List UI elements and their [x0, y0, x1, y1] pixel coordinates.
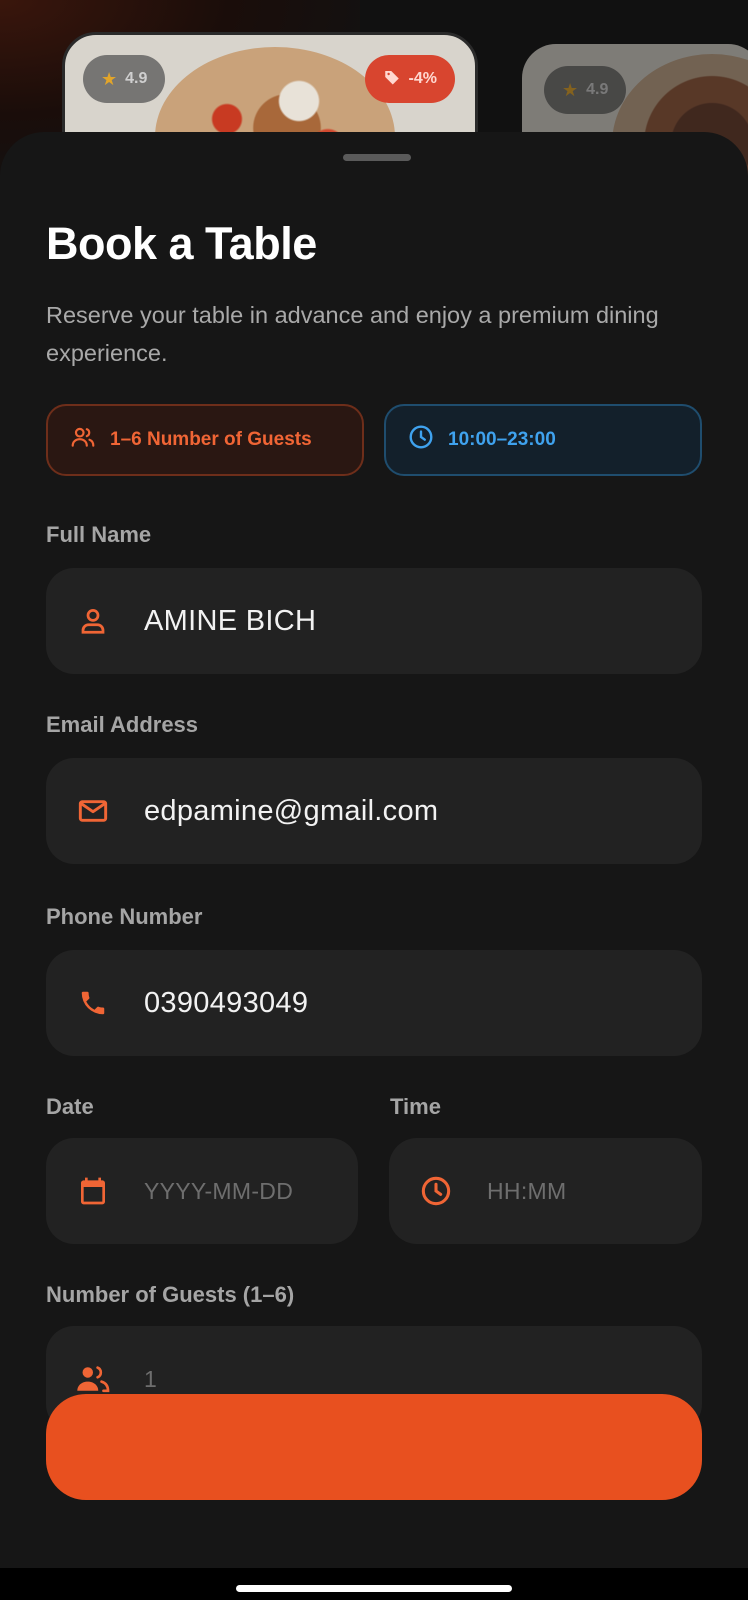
discount-value: -4%	[408, 70, 437, 87]
full-name-field[interactable]: AMINE BICH	[46, 568, 702, 674]
tag-icon	[383, 68, 401, 91]
email-field[interactable]: edpamine@gmail.com	[46, 758, 702, 864]
phone-value: 0390493049	[144, 986, 309, 1019]
phone-icon	[76, 986, 110, 1020]
mail-icon	[76, 794, 110, 828]
rating-value: 4.9	[125, 70, 148, 87]
people-icon	[70, 424, 96, 456]
calendar-icon	[76, 1174, 110, 1208]
drag-handle[interactable]	[343, 154, 411, 161]
sheet-title: Book a Table	[46, 218, 317, 269]
date-field[interactable]: YYYY-MM-DD	[46, 1138, 358, 1244]
guests-info-chip: 1–6 Number of Guests	[46, 404, 364, 476]
star-icon: ★	[101, 68, 118, 89]
guests-placeholder: 1	[144, 1365, 158, 1392]
system-nav-bar	[0, 1568, 748, 1600]
time-field[interactable]: HH:MM	[389, 1138, 702, 1244]
rating-value: 4.9	[586, 81, 609, 98]
star-icon: ★	[562, 79, 579, 100]
home-indicator[interactable]	[236, 1585, 512, 1592]
rating-badge: ★ 4.9	[544, 66, 627, 114]
people-icon	[76, 1362, 110, 1396]
time-placeholder: HH:MM	[487, 1177, 567, 1204]
email-label: Email Address	[46, 712, 199, 737]
sheet-subtitle: Reserve your table in advance and enjoy …	[46, 302, 659, 366]
book-table-button[interactable]	[46, 1394, 702, 1500]
phone-label: Phone Number	[46, 904, 203, 929]
discount-badge: -4%	[364, 55, 455, 103]
hours-info-chip: 10:00–23:00	[384, 404, 702, 476]
booking-screen: ★ 4.9 -4% ★ 4.9 Book a Table Reserve you…	[0, 0, 748, 1600]
time-label: Time	[390, 1094, 441, 1119]
hours-info-text: 10:00–23:00	[448, 429, 556, 450]
guests-info-text: 1–6 Number of Guests	[110, 429, 312, 450]
rating-badge: ★ 4.9	[83, 55, 166, 103]
guests-label: Number of Guests (1–6)	[46, 1282, 295, 1307]
date-placeholder: YYYY-MM-DD	[144, 1177, 294, 1204]
booking-sheet: Book a Table Reserve your table in advan…	[0, 132, 748, 1568]
date-label: Date	[46, 1094, 94, 1119]
full-name-label: Full Name	[46, 522, 152, 547]
clock-icon	[419, 1174, 453, 1208]
email-value: edpamine@gmail.com	[144, 794, 439, 827]
phone-field[interactable]: 0390493049	[46, 950, 702, 1056]
full-name-value: AMINE BICH	[144, 604, 317, 637]
clock-icon	[408, 424, 434, 456]
person-icon	[76, 604, 110, 638]
